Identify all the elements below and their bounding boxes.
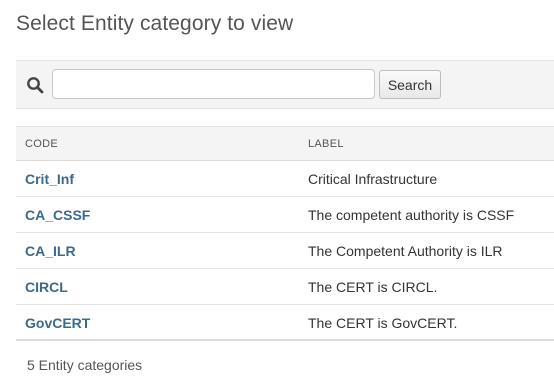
column-header-code: CODE [25,138,58,150]
result-count: 5 Entity categories [27,357,143,373]
entity-label: The CERT is GovCERT. [308,315,458,331]
entity-label: The competent authority is CSSF [308,207,515,223]
search-input[interactable] [52,69,375,99]
entity-code-link[interactable]: CA_ILR [25,243,76,259]
search-bar: Search [16,60,554,109]
table-row: CA_ILR The Competent Authority is ILR [16,233,554,269]
entity-code-link[interactable]: CIRCL [25,279,68,295]
entity-code-link[interactable]: Crit_Inf [25,171,74,187]
page-title: Select Entity category to view [16,12,294,35]
entity-category-table: CODE LABEL Crit_Inf Critical Infrastruct… [16,126,554,341]
search-button[interactable]: Search [379,70,441,99]
table-row: CA_CSSF The competent authority is CSSF [16,197,554,233]
table-row: Crit_Inf Critical Infrastructure [16,161,554,197]
table-row: GovCERT The CERT is GovCERT. [16,305,554,341]
entity-code-link[interactable]: CA_CSSF [25,207,90,223]
entity-code-link[interactable]: GovCERT [25,315,90,331]
entity-label: The Competent Authority is ILR [308,243,503,259]
entity-label: Critical Infrastructure [308,171,438,187]
search-icon [27,77,44,94]
table-row: CIRCL The CERT is CIRCL. [16,269,554,305]
entity-label: The CERT is CIRCL. [308,279,438,295]
table-header-row: CODE LABEL [16,126,554,161]
column-header-label: LABEL [308,138,344,150]
